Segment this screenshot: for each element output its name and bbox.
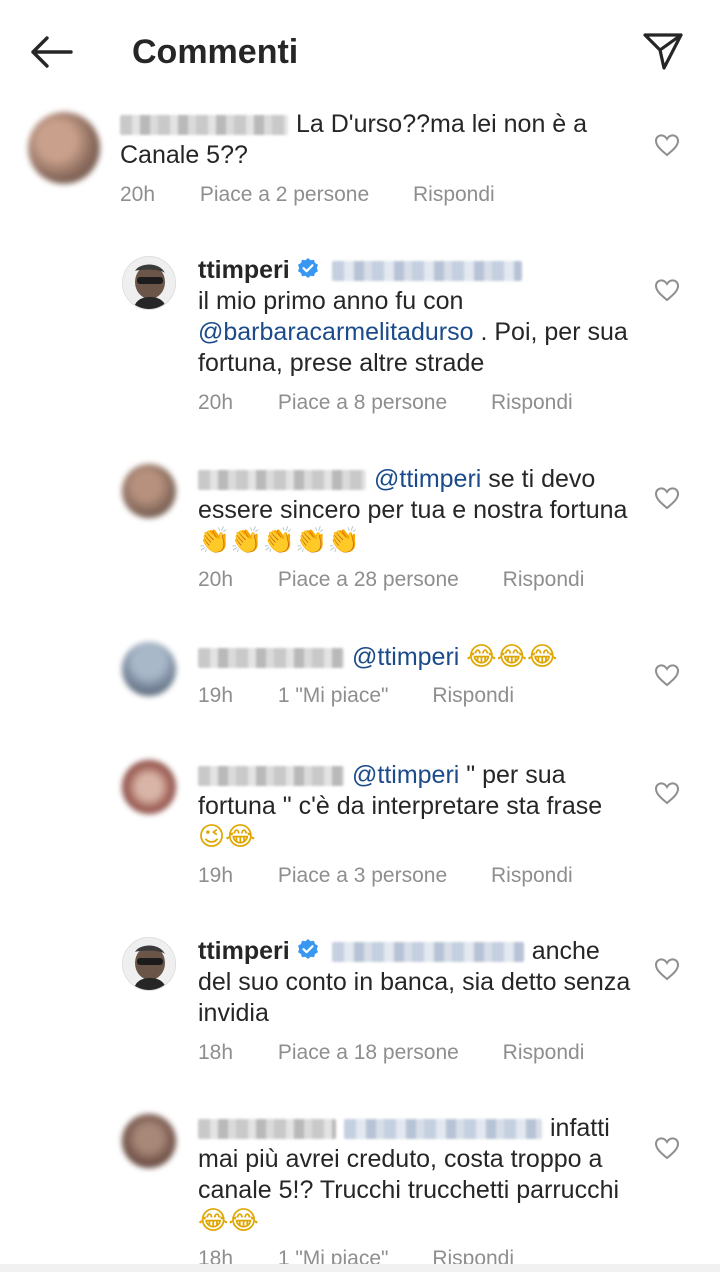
avatar[interactable] (122, 642, 176, 696)
likes-count[interactable]: 1 "Mi piace" (278, 683, 389, 709)
timestamp: 20h (198, 391, 234, 414)
mention-link[interactable]: @ttimperi (352, 643, 459, 671)
mention-link[interactable]: @ttimperi (352, 761, 459, 789)
mention-redacted[interactable] (331, 942, 524, 963)
reply-button[interactable]: Rispondi (432, 683, 514, 709)
send-icon (643, 33, 683, 70)
timestamp: 19h (198, 864, 234, 887)
username-redacted[interactable] (120, 115, 288, 136)
timestamp: 20h (120, 183, 156, 206)
comment-text: @ttimperi 😂😂😂 (198, 642, 638, 673)
comment-meta: 20h Piace a 8 persone Rispondi (198, 390, 573, 416)
avatar[interactable] (122, 937, 176, 991)
username-redacted[interactable] (198, 766, 344, 787)
reply-button[interactable]: Rispondi (503, 1040, 585, 1066)
username[interactable]: ttimperi (198, 937, 290, 965)
reply-button[interactable]: Rispondi (491, 863, 573, 889)
laughing-emoji: 😂😂😂 (466, 642, 558, 672)
avatar-image (123, 938, 175, 990)
comment-meta: 20h Piace a 28 persone Rispondi (198, 567, 584, 593)
mention-redacted[interactable] (331, 261, 522, 282)
comment-meta: 20h Piace a 2 persone Rispondi (120, 182, 495, 208)
likes-count[interactable]: Piace a 18 persone (278, 1040, 459, 1066)
avatar[interactable] (122, 760, 176, 814)
header: Commenti (0, 0, 720, 104)
avatar[interactable] (122, 464, 176, 518)
bottom-edge (0, 1264, 720, 1272)
timestamp: 19h (198, 684, 234, 707)
heart-icon[interactable] (654, 957, 680, 981)
timestamp: 18h (198, 1041, 234, 1064)
comment-meta: 18h Piace a 18 persone Rispondi (198, 1040, 584, 1066)
username-redacted[interactable] (198, 1119, 336, 1140)
back-button[interactable] (26, 30, 76, 74)
comment-text: La D'urso??ma lei non è a Canale 5?? (120, 110, 588, 169)
likes-count[interactable]: Piace a 2 persone (200, 182, 369, 208)
username-redacted[interactable] (198, 648, 344, 669)
avatar[interactable] (122, 256, 176, 310)
likes-count[interactable]: Piace a 28 persone (278, 567, 459, 593)
verified-badge-icon (297, 939, 318, 959)
heart-icon[interactable] (654, 133, 680, 157)
avatar-image (123, 257, 175, 309)
verified-badge-icon (297, 258, 318, 278)
comment-meta: 19h 1 "Mi piace" Rispondi (198, 683, 514, 709)
arrow-left-icon (31, 36, 73, 68)
heart-icon[interactable] (654, 663, 680, 687)
mention-redacted[interactable] (344, 1119, 542, 1140)
heart-icon[interactable] (654, 486, 680, 510)
comment-meta: 19h Piace a 3 persone Rispondi (198, 863, 573, 889)
comment-text: ttimperi il mio primo anno fu con @barba… (198, 256, 628, 377)
likes-count[interactable]: Piace a 8 persone (278, 390, 447, 416)
page-title: Commenti (132, 33, 299, 71)
avatar[interactable] (28, 112, 100, 184)
comment-text: @ttimperi " per sua fortuna " c'è da int… (198, 761, 603, 852)
heart-icon[interactable] (654, 781, 680, 805)
reply-button[interactable]: Rispondi (491, 390, 573, 416)
mention-link[interactable]: @ttimperi (374, 465, 481, 493)
laughing-emoji: 😂😂 (198, 1206, 259, 1236)
timestamp: 20h (198, 568, 234, 591)
likes-count[interactable]: Piace a 3 persone (278, 863, 447, 889)
emoji-group: 😉😂 (198, 822, 256, 852)
comment-text: ttimperi anche del suo conto in banca, si… (198, 937, 631, 1027)
avatar[interactable] (122, 1114, 176, 1168)
username[interactable]: ttimperi (198, 256, 290, 284)
comment-text: @ttimperi se ti devo essere sincero per … (198, 465, 628, 556)
username-redacted[interactable] (198, 470, 366, 491)
send-button[interactable] (640, 28, 686, 74)
clap-emoji: 👏👏👏👏👏 (198, 526, 360, 556)
mention-link[interactable]: @barbaracarmelitadurso (198, 318, 474, 346)
reply-button[interactable]: Rispondi (503, 567, 585, 593)
reply-button[interactable]: Rispondi (413, 182, 495, 208)
comment-text: infatti mai più avrei creduto, costa tro… (198, 1114, 620, 1236)
heart-icon[interactable] (654, 1136, 680, 1160)
heart-icon[interactable] (654, 278, 680, 302)
